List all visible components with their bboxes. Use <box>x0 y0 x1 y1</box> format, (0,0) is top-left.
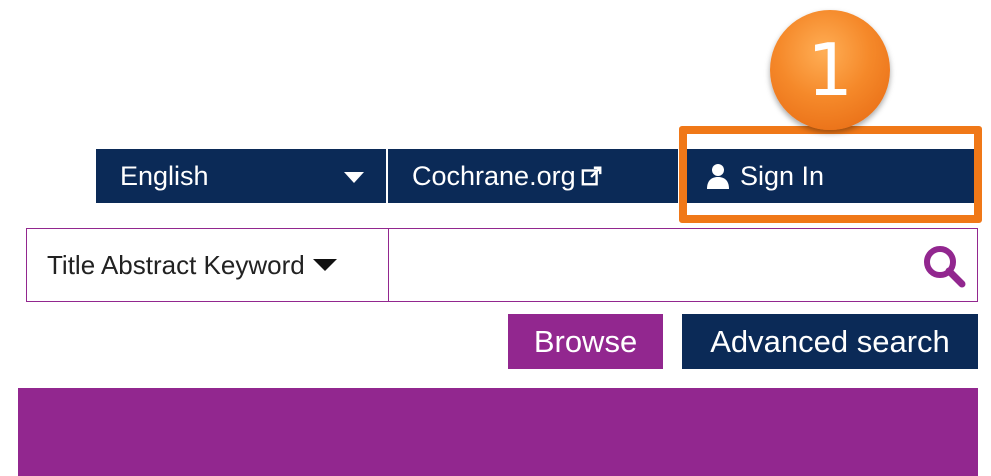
search-bar: Title Abstract Keyword <box>26 228 978 302</box>
search-input[interactable] <box>390 229 910 301</box>
hero-banner <box>18 388 978 476</box>
search-icon[interactable] <box>921 243 967 289</box>
cochrane-link-label: Cochrane.org <box>412 160 576 191</box>
step-number-badge: 1 <box>770 10 890 130</box>
external-link-icon <box>581 166 602 186</box>
highlight-box <box>679 126 982 223</box>
caret-down-icon <box>344 172 364 183</box>
language-label: English <box>120 160 209 191</box>
search-field-label: Title Abstract Keyword <box>47 249 305 280</box>
caret-down-icon <box>312 259 337 271</box>
language-selector[interactable]: English <box>96 149 386 203</box>
advanced-search-button[interactable]: Advanced search <box>682 314 978 369</box>
search-field-select[interactable]: Title Abstract Keyword <box>27 229 389 301</box>
cochrane-org-link[interactable]: Cochrane.org <box>388 149 678 203</box>
browse-button[interactable]: Browse <box>508 314 663 369</box>
